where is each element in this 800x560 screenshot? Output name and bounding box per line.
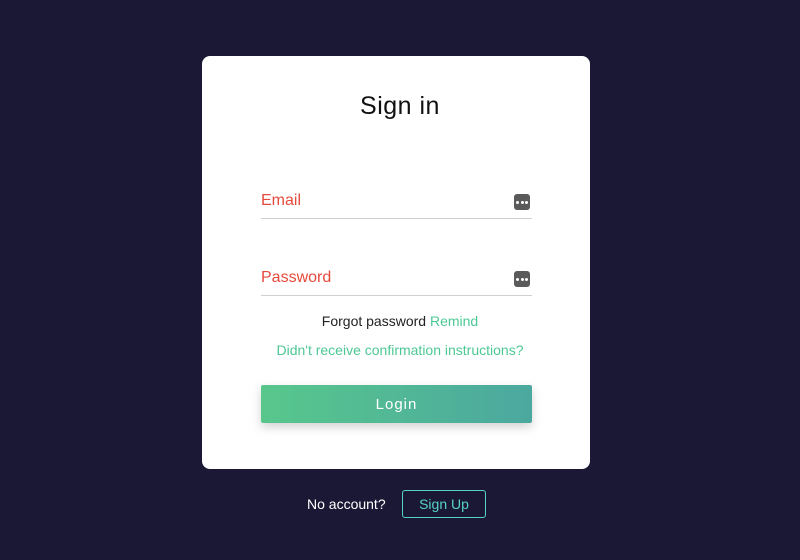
forgot-password-row: Forgot password Remind	[0, 311, 800, 331]
forgot-password-text: Forgot password	[321, 313, 427, 329]
page-title: Sign in	[360, 92, 440, 120]
sign-up-button[interactable]: Sign Up	[402, 490, 486, 518]
login-button[interactable]: Login	[261, 385, 532, 423]
confirmation-instructions-link[interactable]: Didn't receive confirmation instructions…	[276, 342, 523, 358]
no-account-text: No account?	[307, 496, 386, 512]
remind-link[interactable]: Remind	[430, 313, 478, 329]
password-input[interactable]	[261, 261, 501, 295]
password-manager-icon[interactable]	[514, 271, 530, 287]
password-manager-icon[interactable]	[514, 194, 530, 210]
password-field	[261, 261, 532, 296]
email-field	[261, 184, 532, 219]
confirmation-row: Didn't receive confirmation instructions…	[0, 340, 800, 360]
email-input[interactable]	[261, 184, 501, 218]
